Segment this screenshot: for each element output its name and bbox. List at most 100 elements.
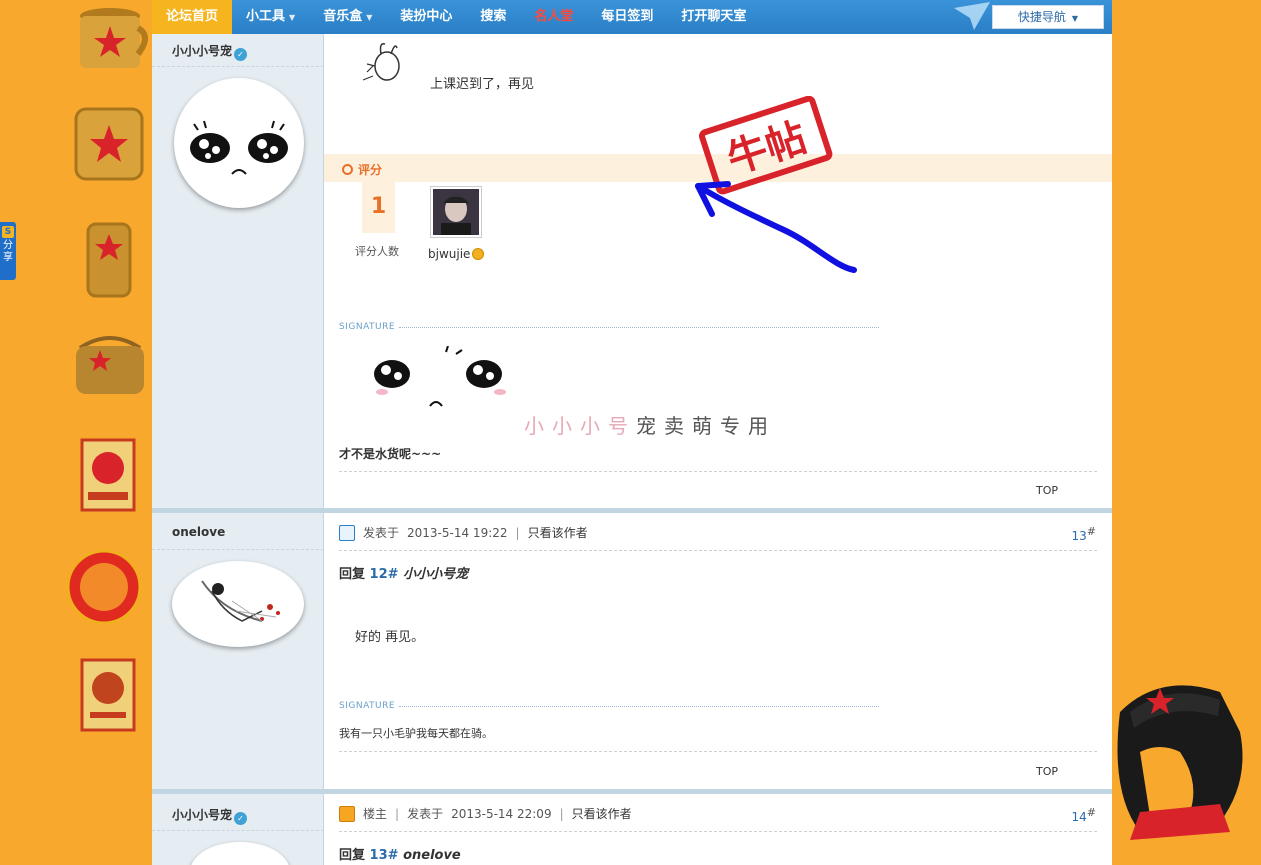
- post-meta: 楼主 | 发表于 2013-5-14 22:09 | 只看该作者: [339, 805, 632, 822]
- portrait-poster-icon: [80, 658, 136, 732]
- reply-quote-line: 回复 13# onelove: [339, 844, 461, 863]
- nav-checkin-label: 每日签到: [601, 9, 654, 24]
- signature-label: SIGNATURE: [339, 322, 880, 332]
- circle-icon: [342, 164, 353, 175]
- chevron-down-icon: ▼: [289, 13, 296, 22]
- verified-icon: ✓: [234, 812, 248, 825]
- post-floor-13: onelove 发表于 2013-5-14 19:22 | 只看该作者 13# …: [152, 513, 1112, 789]
- author-name[interactable]: 小小小号宠 ✓: [172, 42, 248, 61]
- canteen-icon: [86, 222, 132, 298]
- divider: [339, 831, 1097, 832]
- back-to-top-link[interactable]: TOP: [1036, 484, 1058, 497]
- satchel-icon: [76, 336, 144, 394]
- floor-hash: #: [1086, 525, 1096, 538]
- cute-face-avatar-icon: [190, 120, 288, 175]
- nav-hall-label: 名人堂: [534, 9, 574, 24]
- signature-handwriting-dark: 宠卖萌专用: [636, 414, 776, 438]
- ink-painting-avatar-icon: [201, 580, 280, 622]
- nav-hall-of-fame[interactable]: 名人堂: [520, 0, 587, 34]
- nav-open-chatroom[interactable]: 打开聊天室: [667, 0, 760, 34]
- only-author-link[interactable]: 只看该作者: [528, 524, 588, 541]
- author-name[interactable]: onelove: [172, 525, 225, 539]
- rater-avatar[interactable]: [430, 186, 482, 238]
- avatar[interactable]: [174, 78, 304, 208]
- nav-tools[interactable]: 小工具 ▼: [232, 0, 309, 34]
- nav-home[interactable]: 论坛首页: [152, 0, 233, 34]
- post-content: 上课迟到了，再见 评分 1 评分人数 bjwujie 牛帖 SIGNATURE …: [324, 34, 1112, 508]
- rating-count: 1: [362, 181, 395, 233]
- reply-floor-link[interactable]: 13#: [370, 848, 399, 863]
- divider: [339, 550, 1097, 551]
- nav-search-label: 搜索: [480, 9, 507, 24]
- signature-handwriting-light: 小小小号: [524, 414, 636, 438]
- post-author-sidebar: 小小小号宠 ✓: [152, 794, 324, 865]
- avatar[interactable]: [172, 561, 304, 647]
- poster-icon: [80, 438, 136, 512]
- post-body-text: 好的 再见。: [355, 630, 425, 645]
- posted-prefix: 发表于: [407, 807, 444, 821]
- nav-dressup-label: 装扮中心: [400, 9, 453, 24]
- divider: [152, 549, 324, 550]
- hand-drawn-arrow-icon: [695, 181, 857, 273]
- rater-name-text: bjwujie: [428, 247, 471, 261]
- dotted-divider: [399, 326, 880, 328]
- post-floor-14: 小小小号宠 ✓ 楼主 | 发表于 2013-5-14 22:09 | 只看该作者 …: [152, 794, 1112, 865]
- post-content: 楼主 | 发表于 2013-5-14 22:09 | 只看该作者 14# 回复 …: [324, 794, 1112, 865]
- post-meta: 发表于 2013-5-14 19:22 | 只看该作者: [339, 524, 588, 541]
- left-decoration-column: [60, 0, 155, 865]
- quick-nav-dropdown[interactable]: 快捷导航 ▼: [992, 5, 1104, 29]
- meta-divider: |: [515, 525, 520, 540]
- mug-icon: [80, 8, 148, 68]
- chevron-down-icon: ▼: [1071, 14, 1079, 23]
- signature-label: SIGNATURE: [339, 701, 880, 711]
- nav-search[interactable]: 搜索: [466, 0, 520, 34]
- meta-divider: |: [559, 806, 564, 821]
- meta-divider: |: [395, 806, 400, 821]
- quick-nav-label: 快捷导航: [1017, 10, 1066, 24]
- cute-face-signature-icon: [374, 346, 506, 407]
- divider: [152, 66, 324, 67]
- nav-daily-checkin[interactable]: 每日签到: [587, 0, 667, 34]
- reply-quote-line: 回复 12# 小小小号宠: [339, 563, 468, 582]
- divider: [339, 751, 1097, 752]
- host-user-icon: [339, 805, 355, 822]
- verified-icon: ✓: [234, 48, 248, 61]
- medal-icon: [472, 248, 485, 260]
- avatar[interactable]: [190, 842, 290, 865]
- floor-number[interactable]: 13#: [1072, 525, 1097, 543]
- share-logo-icon: S: [2, 226, 14, 238]
- nav-tools-label: 小工具: [246, 9, 286, 24]
- back-to-top-link[interactable]: TOP: [1036, 765, 1058, 778]
- author-name[interactable]: 小小小号宠 ✓: [172, 806, 248, 825]
- reply-to-name: onelove: [403, 848, 461, 863]
- divider: [152, 830, 324, 831]
- signature-text: 我有一只小毛驴我每天都在骑。: [339, 727, 493, 740]
- user-photo-icon: [433, 189, 479, 235]
- signature-label-text: SIGNATURE: [339, 701, 396, 711]
- post-author-sidebar: onelove: [152, 513, 324, 789]
- posted-prefix: 发表于: [363, 526, 400, 540]
- top-navbar: 论坛首页 小工具 ▼ 音乐盒 ▼ 装扮中心 搜索 名人堂 每日签到 打开聊天室 快捷…: [152, 0, 1112, 34]
- red-star-cap-portrait-icon: [1117, 685, 1243, 840]
- nav-chatroom-label: 打开聊天室: [681, 9, 747, 24]
- nav-home-label: 论坛首页: [166, 9, 219, 24]
- reply-floor-link[interactable]: 12#: [370, 567, 399, 582]
- posted-time: 2013-5-14 22:09: [451, 806, 552, 821]
- reply-prefix: 回复: [339, 567, 366, 582]
- share-tab[interactable]: S 分 享: [0, 222, 16, 280]
- floor-number[interactable]: 14#: [1072, 806, 1097, 824]
- rating-count-label: 评分人数: [355, 245, 399, 258]
- floor-number-text: 14: [1071, 810, 1087, 824]
- rater-name[interactable]: bjwujie: [428, 247, 485, 261]
- nav-music-box[interactable]: 音乐盒 ▼: [309, 0, 386, 34]
- share-label-1: 分: [3, 240, 13, 251]
- user-icon: [339, 524, 355, 541]
- forum-main-container: 论坛首页 小工具 ▼ 音乐盒 ▼ 装扮中心 搜索 名人堂 每日签到 打开聊天室 快捷…: [152, 0, 1112, 865]
- nav-dressup-center[interactable]: 装扮中心: [386, 0, 466, 34]
- dotted-divider: [399, 705, 880, 707]
- author-name-text: 小小小号宠: [172, 808, 233, 822]
- only-author-link[interactable]: 只看该作者: [572, 805, 632, 822]
- nav-music-label: 音乐盒: [323, 9, 363, 24]
- post-author-sidebar: 小小小号宠 ✓: [152, 34, 324, 508]
- post-content: 发表于 2013-5-14 19:22 | 只看该作者 13# 回复 12# 小…: [324, 513, 1112, 789]
